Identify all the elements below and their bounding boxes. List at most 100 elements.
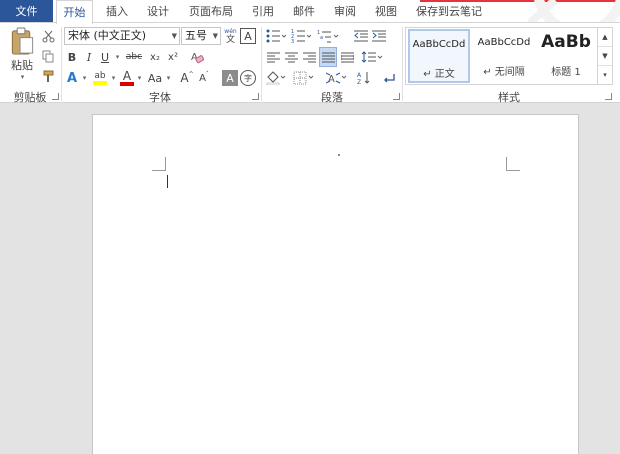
justify-icon	[321, 52, 335, 62]
highlight-color-bar	[93, 81, 107, 85]
paste-label: 粘贴	[11, 59, 33, 72]
chinese-layout-button[interactable]: A	[325, 69, 349, 87]
underline-button[interactable]: U	[97, 49, 113, 65]
highlight-dropdown-icon[interactable]: ▾	[109, 69, 117, 87]
tab-design[interactable]: 设计	[139, 0, 177, 23]
style-heading-1[interactable]: AaBb 标题 1	[537, 29, 595, 83]
copy-icon	[42, 50, 53, 62]
styles-scroll-up-icon[interactable]: ▲	[598, 28, 612, 46]
font-name-combo[interactable]: 宋体 (中文正文) ▼	[64, 27, 180, 45]
style-heading-1-name: 标题 1	[551, 67, 581, 78]
tab-mailings[interactable]: 邮件	[285, 0, 323, 23]
highlight-button[interactable]: ab	[91, 69, 109, 87]
strikethrough-button[interactable]: abc	[124, 49, 144, 65]
shrink-font-button[interactable]: Aˇ	[197, 69, 211, 87]
styles-dialog-launcher[interactable]	[605, 93, 612, 100]
svg-text:3: 3	[291, 39, 294, 43]
style-no-spacing[interactable]: AaBbCcDd ↵ 无间隔	[473, 29, 535, 83]
text-effects-dropdown-icon[interactable]: ▾	[80, 69, 88, 87]
paste-dropdown-icon[interactable]: ▾	[21, 73, 25, 81]
paragraph-dialog-launcher[interactable]	[393, 93, 400, 100]
font-color-bar	[120, 82, 134, 86]
style-heading-1-sample: AaBb	[541, 32, 591, 52]
paint-bucket-icon	[266, 71, 286, 85]
styles-scroll-down-icon[interactable]: ▼	[598, 46, 612, 64]
numbering-button[interactable]: 1 2 3	[290, 27, 312, 45]
shrink-font-glyph: A	[199, 72, 206, 84]
show-hide-marks-button[interactable]	[381, 69, 397, 87]
decrease-indent-icon	[354, 30, 368, 42]
align-right-button[interactable]	[301, 48, 317, 66]
tab-file[interactable]: 文件	[0, 0, 53, 23]
font-name-dropdown-icon[interactable]: ▼	[172, 28, 177, 44]
ribbon: 粘贴 ▾ 剪贴板 宋体 (中文正文) ▼ 五号 ▼ wén 文 A B I U …	[0, 22, 620, 104]
tab-review[interactable]: 审阅	[326, 0, 364, 23]
grow-font-arrow-icon: ^	[188, 70, 194, 78]
paragraph-group-label: 段落	[321, 91, 343, 104]
justify-button[interactable]	[319, 47, 337, 67]
sort-icon: A Z	[357, 72, 370, 85]
paste-icon	[11, 27, 34, 55]
paste-button[interactable]: 粘贴 ▾	[6, 27, 38, 81]
align-left-button[interactable]	[265, 48, 281, 66]
background-watermark	[420, 0, 620, 23]
underline-dropdown-icon[interactable]: ▾	[113, 49, 121, 65]
format-painter-button[interactable]	[40, 68, 56, 84]
font-color-glyph: A	[122, 69, 132, 83]
style-no-spacing-name: ↵ 无间隔	[483, 67, 525, 78]
borders-button[interactable]	[292, 69, 316, 87]
svg-text:a: a	[320, 35, 323, 41]
text-effects-button[interactable]: A	[64, 69, 80, 87]
shading-button[interactable]	[265, 69, 287, 87]
styles-more-icon[interactable]: ▾	[598, 65, 612, 83]
svg-text:Z: Z	[357, 79, 361, 85]
sort-button[interactable]: A Z	[356, 69, 372, 87]
line-spacing-button[interactable]	[361, 48, 385, 66]
tab-references[interactable]: 引用	[244, 0, 282, 23]
bullets-button[interactable]	[265, 27, 287, 45]
cut-button[interactable]	[40, 28, 56, 44]
paragraph-mark-icon	[384, 74, 395, 83]
change-case-button[interactable]: Aa	[146, 69, 164, 87]
font-size-combo[interactable]: 五号 ▼	[181, 27, 221, 45]
font-color-button[interactable]: A	[119, 69, 135, 87]
phonetic-char: 文	[225, 35, 235, 45]
enclose-characters-button[interactable]: 字	[240, 70, 256, 86]
subscript-button[interactable]: x₂	[147, 49, 163, 65]
font-size-dropdown-icon[interactable]: ▼	[213, 28, 218, 44]
distributed-align-button[interactable]	[339, 48, 355, 66]
italic-button[interactable]: I	[82, 49, 96, 65]
grow-font-glyph: A	[180, 71, 189, 85]
decrease-indent-button[interactable]	[353, 27, 369, 45]
font-dialog-launcher[interactable]	[252, 93, 259, 100]
align-center-icon	[284, 52, 298, 62]
bold-button[interactable]: B	[64, 49, 80, 65]
copy-button[interactable]	[40, 48, 56, 64]
tab-home[interactable]: 开始	[56, 0, 93, 24]
clipboard-dialog-launcher[interactable]	[52, 93, 59, 100]
align-right-icon	[302, 52, 316, 62]
styles-group-label: 样式	[498, 91, 520, 104]
superscript-button[interactable]: x²	[165, 49, 181, 65]
style-normal[interactable]: AaBbCcDd ↵ 正文	[408, 29, 470, 83]
phonetic-guide-button[interactable]: wén 文	[223, 27, 238, 45]
tab-page-layout[interactable]: 页面布局	[180, 0, 242, 23]
font-color-dropdown-icon[interactable]: ▾	[135, 69, 143, 87]
character-border-button[interactable]: A	[240, 28, 256, 44]
increase-indent-button[interactable]	[371, 27, 387, 45]
grow-font-button[interactable]: A ^	[180, 69, 194, 87]
tab-insert[interactable]: 插入	[98, 0, 136, 23]
document-page[interactable]	[92, 114, 579, 454]
top-left-crop-mark	[152, 157, 166, 171]
tab-view[interactable]: 视图	[367, 0, 405, 23]
multilevel-list-icon: 1 a	[317, 30, 339, 43]
clear-formatting-icon: A	[191, 52, 204, 64]
increase-indent-icon	[372, 30, 386, 42]
style-normal-sample: AaBbCcDd	[412, 39, 466, 50]
change-case-dropdown-icon[interactable]: ▾	[164, 69, 172, 87]
styles-scrollbar: ▲ ▼ ▾	[597, 28, 612, 84]
character-shading-button[interactable]: A	[222, 70, 238, 86]
align-center-button[interactable]	[283, 48, 299, 66]
multilevel-list-button[interactable]: 1 a	[316, 27, 340, 45]
clear-formatting-button[interactable]: A	[189, 49, 205, 65]
